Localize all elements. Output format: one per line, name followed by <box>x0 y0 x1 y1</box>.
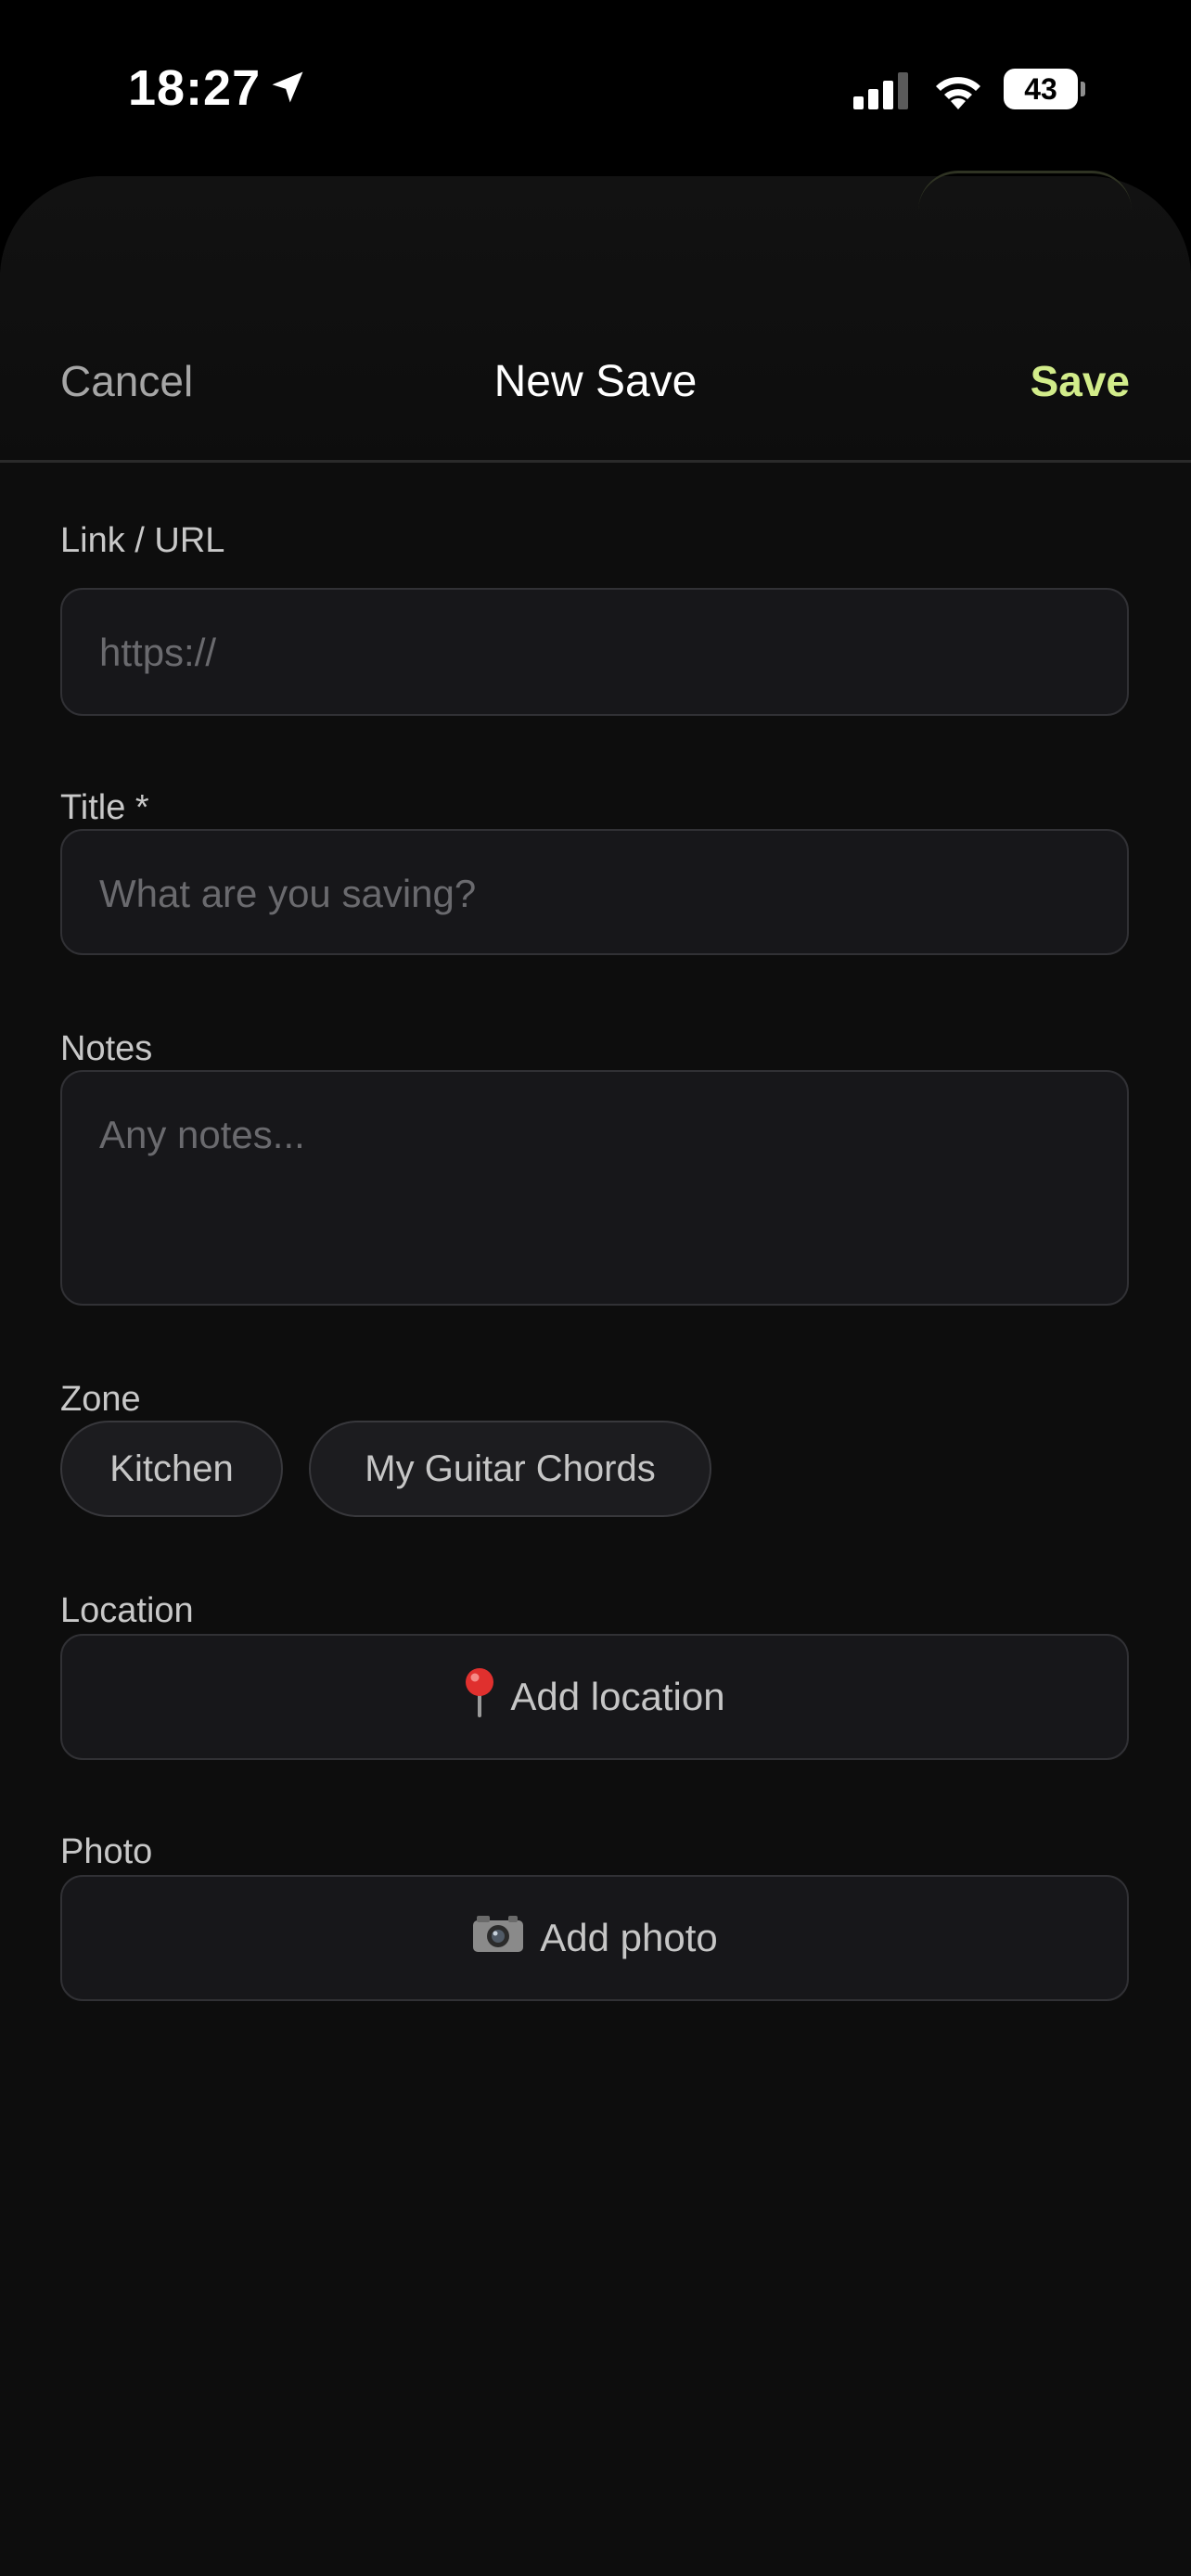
status-bar: 18:27 43 <box>0 0 1191 176</box>
location-label: Location <box>60 1591 194 1630</box>
add-location-label: Add location <box>510 1675 725 1718</box>
title-input[interactable]: What are you saving? <box>60 829 1129 955</box>
notes-textarea[interactable]: Any notes... <box>60 1070 1129 1306</box>
background-button-edge <box>918 171 1132 210</box>
title-label: Title * <box>60 788 149 827</box>
nav-divider <box>0 460 1191 463</box>
wifi-icon <box>936 77 980 109</box>
add-location-button[interactable]: Add location <box>60 1634 1129 1760</box>
add-photo-label: Add photo <box>540 1916 718 1959</box>
zone-chip-my-guitar-chords[interactable]: My Guitar Chords <box>309 1421 711 1517</box>
zone-chip-kitchen[interactable]: Kitchen <box>60 1421 283 1517</box>
zone-label: Zone <box>60 1380 141 1419</box>
cellular-signal-icon <box>853 72 908 109</box>
notes-placeholder: Any notes... <box>99 1113 305 1156</box>
photo-label: Photo <box>60 1832 153 1871</box>
title-placeholder: What are you saving? <box>99 872 477 915</box>
save-button[interactable]: Save <box>1031 356 1130 406</box>
sheet-header <box>0 176 1191 464</box>
url-input[interactable]: https:// <box>60 588 1129 716</box>
cancel-button[interactable]: Cancel <box>60 356 193 406</box>
location-arrow-icon <box>272 71 303 103</box>
status-time: 18:27 <box>128 60 262 116</box>
notes-label: Notes <box>60 1029 153 1068</box>
url-placeholder: https:// <box>99 631 217 674</box>
pin-icon <box>464 1667 495 1727</box>
battery-level: 43 <box>1004 69 1078 109</box>
add-photo-button[interactable]: Add photo <box>60 1875 1129 2001</box>
battery-cap <box>1081 82 1085 96</box>
battery-icon: 43 <box>1004 69 1085 109</box>
url-label: Link / URL <box>60 521 225 560</box>
camera-icon <box>471 1913 525 1963</box>
